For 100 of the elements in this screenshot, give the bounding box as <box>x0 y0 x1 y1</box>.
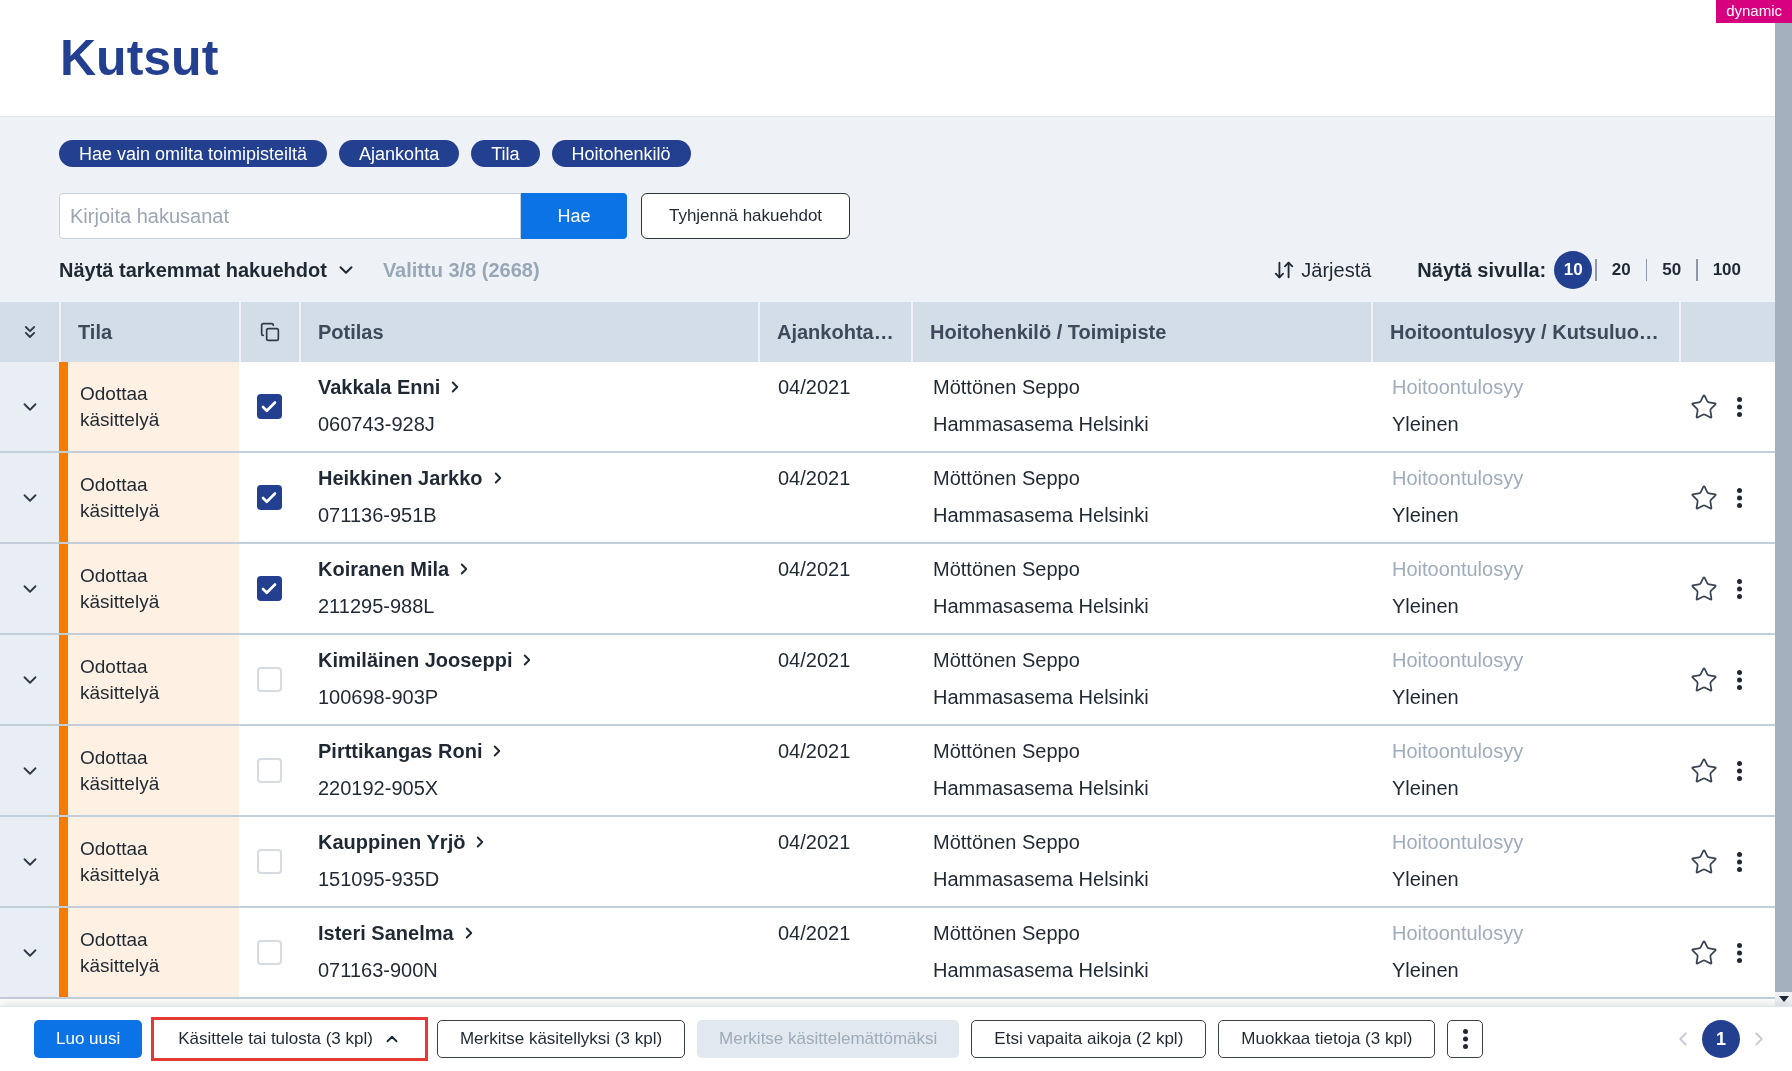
environment-badge: dynamic <box>1716 0 1792 23</box>
reason-text: Yleinen <box>1392 958 1459 983</box>
column-header[interactable]: Tila <box>78 317 113 347</box>
column-header[interactable]: Ajankohta… <box>777 317 894 347</box>
action-button[interactable]: Luo uusi <box>34 1020 143 1058</box>
status-text: Odottaa käsittelyä <box>80 381 161 432</box>
date-text: 04/2021 <box>778 558 851 580</box>
more-options-icon[interactable] <box>1737 851 1742 872</box>
reason-text: Yleinen <box>1392 412 1459 437</box>
checkbox[interactable] <box>256 940 282 965</box>
reason-label: Hoitoontulosyy <box>1392 557 1524 582</box>
star-icon[interactable] <box>1690 483 1718 512</box>
office-name: Hammasasema Helsinki <box>933 594 1149 619</box>
more-options-icon[interactable] <box>1737 942 1742 963</box>
filter-chip[interactable]: Hae vain omilta toimipisteiltä <box>59 140 328 167</box>
patient-link[interactable]: Vakkala Enni <box>318 374 465 400</box>
reason-label: Hoitoontulosyy <box>1392 739 1524 764</box>
office-name: Hammasasema Helsinki <box>933 867 1149 892</box>
star-icon[interactable] <box>1690 574 1718 603</box>
date-text: 04/2021 <box>778 467 851 489</box>
filter-chip[interactable]: Tila <box>471 140 540 167</box>
checkbox[interactable] <box>256 576 282 601</box>
status-text: Odottaa käsittelyä <box>80 472 161 523</box>
patient-id: 100698-903P <box>318 685 439 710</box>
star-icon[interactable] <box>1690 756 1718 785</box>
copy-icon[interactable] <box>260 322 280 342</box>
staff-name: Möttönen Seppo <box>933 557 1080 582</box>
date-text: 04/2021 <box>778 649 851 671</box>
reason-label: Hoitoontulosyy <box>1392 921 1524 946</box>
page-size-option[interactable]: 20 <box>1599 251 1643 289</box>
sort-button[interactable]: Järjestä <box>1273 255 1372 285</box>
checkbox[interactable] <box>256 485 282 510</box>
staff-name: Möttönen Seppo <box>933 739 1080 764</box>
status-text: Odottaa käsittelyä <box>80 836 161 887</box>
staff-name: Möttönen Seppo <box>933 375 1080 400</box>
patient-link[interactable]: Isteri Sanelma <box>318 920 478 946</box>
more-options-icon[interactable] <box>1737 487 1742 508</box>
patient-id: 071136-951B <box>318 503 437 528</box>
more-options-icon[interactable] <box>1737 396 1742 417</box>
reason-text: Yleinen <box>1392 685 1459 710</box>
checkbox[interactable] <box>256 667 282 692</box>
staff-name: Möttönen Seppo <box>933 466 1080 491</box>
date-text: 04/2021 <box>778 831 851 853</box>
more-options-icon[interactable] <box>1737 760 1742 781</box>
checkbox[interactable] <box>256 394 282 419</box>
action-button[interactable]: Merkitse käsitellyksi (3 kpl) <box>436 1020 686 1058</box>
status-text: Odottaa käsittelyä <box>80 563 161 614</box>
page-size-option[interactable]: 10 <box>1554 251 1593 289</box>
reason-label: Hoitoontulosyy <box>1392 375 1524 400</box>
office-name: Hammasasema Helsinki <box>933 412 1149 437</box>
patient-link[interactable]: Kauppinen Yrjö <box>318 829 490 855</box>
office-name: Hammasasema Helsinki <box>933 958 1149 983</box>
checkbox[interactable] <box>256 849 282 874</box>
checkbox[interactable] <box>256 758 282 783</box>
action-button[interactable]: Muokkaa tietoja (3 kpl) <box>1218 1020 1436 1058</box>
reason-label: Hoitoontulosyy <box>1392 648 1524 673</box>
patient-link[interactable]: Kimiläinen Jooseppi <box>318 647 537 673</box>
scroll-down-icon[interactable] <box>1778 996 1789 1002</box>
star-icon[interactable] <box>1690 938 1718 967</box>
reason-text: Yleinen <box>1392 594 1459 619</box>
more-options-icon[interactable] <box>1737 578 1742 599</box>
column-header[interactable]: Potilas <box>318 317 384 347</box>
page-size-option[interactable]: 50 <box>1650 251 1694 289</box>
column-header[interactable]: Hoitoontulosyy / Kutsuluo… <box>1390 317 1659 347</box>
patient-id: 211295-988L <box>318 594 435 619</box>
more-options-icon <box>1462 1029 1468 1049</box>
action-button[interactable]: Etsi vapaita aikoja (2 kpl) <box>971 1020 1207 1058</box>
staff-name: Möttönen Seppo <box>933 648 1080 673</box>
patient-link[interactable]: Heikkinen Jarkko <box>318 465 507 491</box>
search-button[interactable]: Hae <box>521 193 627 239</box>
date-text: 04/2021 <box>778 740 851 762</box>
page-title: Kutsut <box>60 33 219 83</box>
patient-link[interactable]: Koiranen Mila <box>318 556 474 582</box>
clear-filters-button[interactable]: Tyhjennä hakuehdot <box>641 193 850 239</box>
filter-chip[interactable]: Hoitohenkilö <box>551 140 691 167</box>
more-options-icon[interactable] <box>1737 669 1742 690</box>
sort-icon <box>1273 259 1296 281</box>
star-icon[interactable] <box>1690 392 1718 421</box>
filter-chip[interactable]: Ajankohta <box>339 140 460 167</box>
advanced-search-toggle[interactable]: Näytä tarkemmat hakuehdot <box>59 255 357 285</box>
search-field[interactable]: Kirjoita hakusanat <box>59 193 521 239</box>
status-text: Odottaa käsittelyä <box>80 927 161 978</box>
status-text: Odottaa käsittelyä <box>80 654 161 705</box>
reason-text: Yleinen <box>1392 503 1459 528</box>
column-header[interactable]: Hoitohenkilö / Toimipiste <box>930 317 1167 347</box>
reason-text: Yleinen <box>1392 867 1459 892</box>
more-button[interactable] <box>1447 1020 1484 1058</box>
patient-link[interactable]: Pirttikangas Roni <box>318 738 507 764</box>
page-button[interactable]: 1 <box>1702 1020 1740 1058</box>
menu-button[interactable]: Käsittele tai tulosta (3 kpl) <box>154 1020 425 1058</box>
office-name: Hammasasema Helsinki <box>933 503 1149 528</box>
page-size-option[interactable]: 100 <box>1700 251 1753 289</box>
star-icon[interactable] <box>1690 665 1718 694</box>
status-text: Odottaa käsittelyä <box>80 745 161 796</box>
selection-summary: Valittu 3/8 (2668) <box>382 258 540 283</box>
reason-label: Hoitoontulosyy <box>1392 830 1524 855</box>
page-size-label: Näytä sivulla: <box>1417 258 1547 283</box>
date-text: 04/2021 <box>778 376 851 398</box>
date-text: 04/2021 <box>778 922 851 944</box>
star-icon[interactable] <box>1690 847 1718 876</box>
